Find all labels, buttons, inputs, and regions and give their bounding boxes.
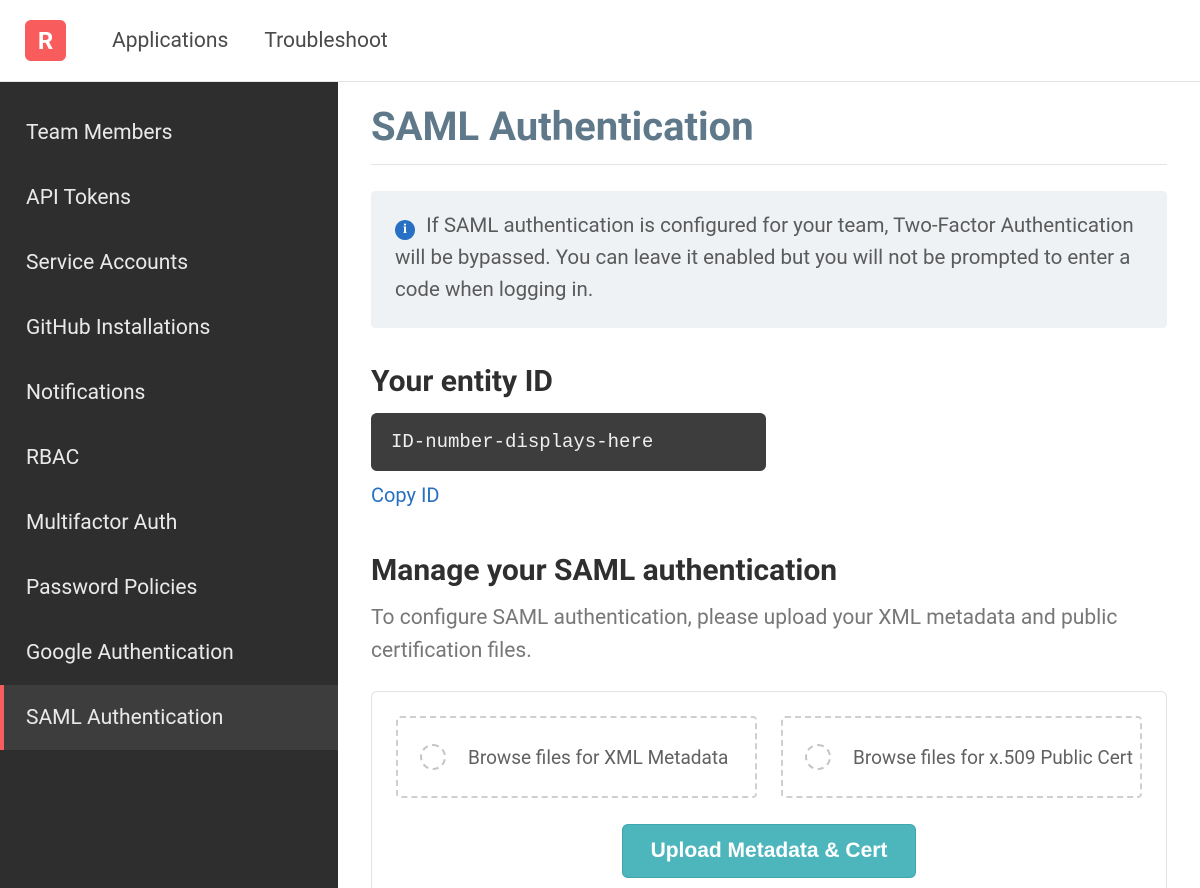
dropzones-row: Browse files for XML Metadata Browse fil…	[396, 716, 1142, 798]
sidebar-item-multifactor-auth[interactable]: Multifactor Auth	[0, 490, 338, 555]
upload-target-icon	[420, 744, 446, 770]
info-callout-text: If SAML authentication is configured for…	[395, 214, 1134, 302]
sidebar-item-label: Service Accounts	[26, 251, 188, 275]
sidebar-item-google-authentication[interactable]: Google Authentication	[0, 620, 338, 685]
dropzone-label: Browse files for x.509 Public Cert	[853, 746, 1133, 769]
sidebar-item-label: GitHub Installations	[26, 316, 210, 340]
topnav-item-troubleshoot[interactable]: Troubleshoot	[264, 29, 388, 53]
upload-button-row: Upload Metadata & Cert	[396, 824, 1142, 878]
sidebar-item-label: API Tokens	[26, 186, 131, 210]
manage-heading: Manage your SAML authentication	[371, 553, 1167, 588]
sidebar-item-label: SAML Authentication	[26, 706, 223, 730]
topbar: R Applications Troubleshoot	[0, 0, 1200, 82]
sidebar: Team Members API Tokens Service Accounts…	[0, 82, 338, 888]
sidebar-item-api-tokens[interactable]: API Tokens	[0, 165, 338, 230]
entity-id-value: ID-number-displays-here	[371, 413, 766, 471]
top-nav: Applications Troubleshoot	[112, 29, 388, 53]
sidebar-item-github-installations[interactable]: GitHub Installations	[0, 295, 338, 360]
upload-panel: Browse files for XML Metadata Browse fil…	[371, 691, 1167, 888]
sidebar-item-saml-authentication[interactable]: SAML Authentication	[0, 685, 338, 750]
sidebar-item-password-policies[interactable]: Password Policies	[0, 555, 338, 620]
manage-description: To configure SAML authentication, please…	[371, 602, 1167, 667]
sidebar-item-label: Notifications	[26, 381, 145, 405]
info-callout: i If SAML authentication is configured f…	[371, 191, 1167, 328]
copy-id-link[interactable]: Copy ID	[371, 483, 440, 507]
topnav-item-applications[interactable]: Applications	[112, 29, 228, 53]
main-content: SAML Authentication i If SAML authentica…	[338, 82, 1200, 888]
entity-id-heading: Your entity ID	[371, 364, 1167, 399]
sidebar-item-label: Team Members	[26, 121, 172, 145]
sidebar-item-service-accounts[interactable]: Service Accounts	[0, 230, 338, 295]
brand-logo-letter: R	[38, 27, 53, 55]
sidebar-item-rbac[interactable]: RBAC	[0, 425, 338, 490]
sidebar-item-label: Multifactor Auth	[26, 511, 177, 535]
sidebar-item-label: Google Authentication	[26, 641, 234, 665]
info-icon: i	[395, 220, 415, 240]
upload-metadata-cert-button[interactable]: Upload Metadata & Cert	[622, 824, 917, 878]
sidebar-item-label: RBAC	[26, 446, 79, 470]
page-title: SAML Authentication	[371, 103, 1167, 165]
brand-logo[interactable]: R	[25, 20, 66, 61]
dropzone-xml-metadata[interactable]: Browse files for XML Metadata	[396, 716, 757, 798]
sidebar-item-team-members[interactable]: Team Members	[0, 100, 338, 165]
sidebar-item-label: Password Policies	[26, 576, 197, 600]
dropzone-x509-cert[interactable]: Browse files for x.509 Public Cert	[781, 716, 1142, 798]
upload-target-icon	[805, 744, 831, 770]
sidebar-item-notifications[interactable]: Notifications	[0, 360, 338, 425]
dropzone-label: Browse files for XML Metadata	[468, 746, 728, 769]
